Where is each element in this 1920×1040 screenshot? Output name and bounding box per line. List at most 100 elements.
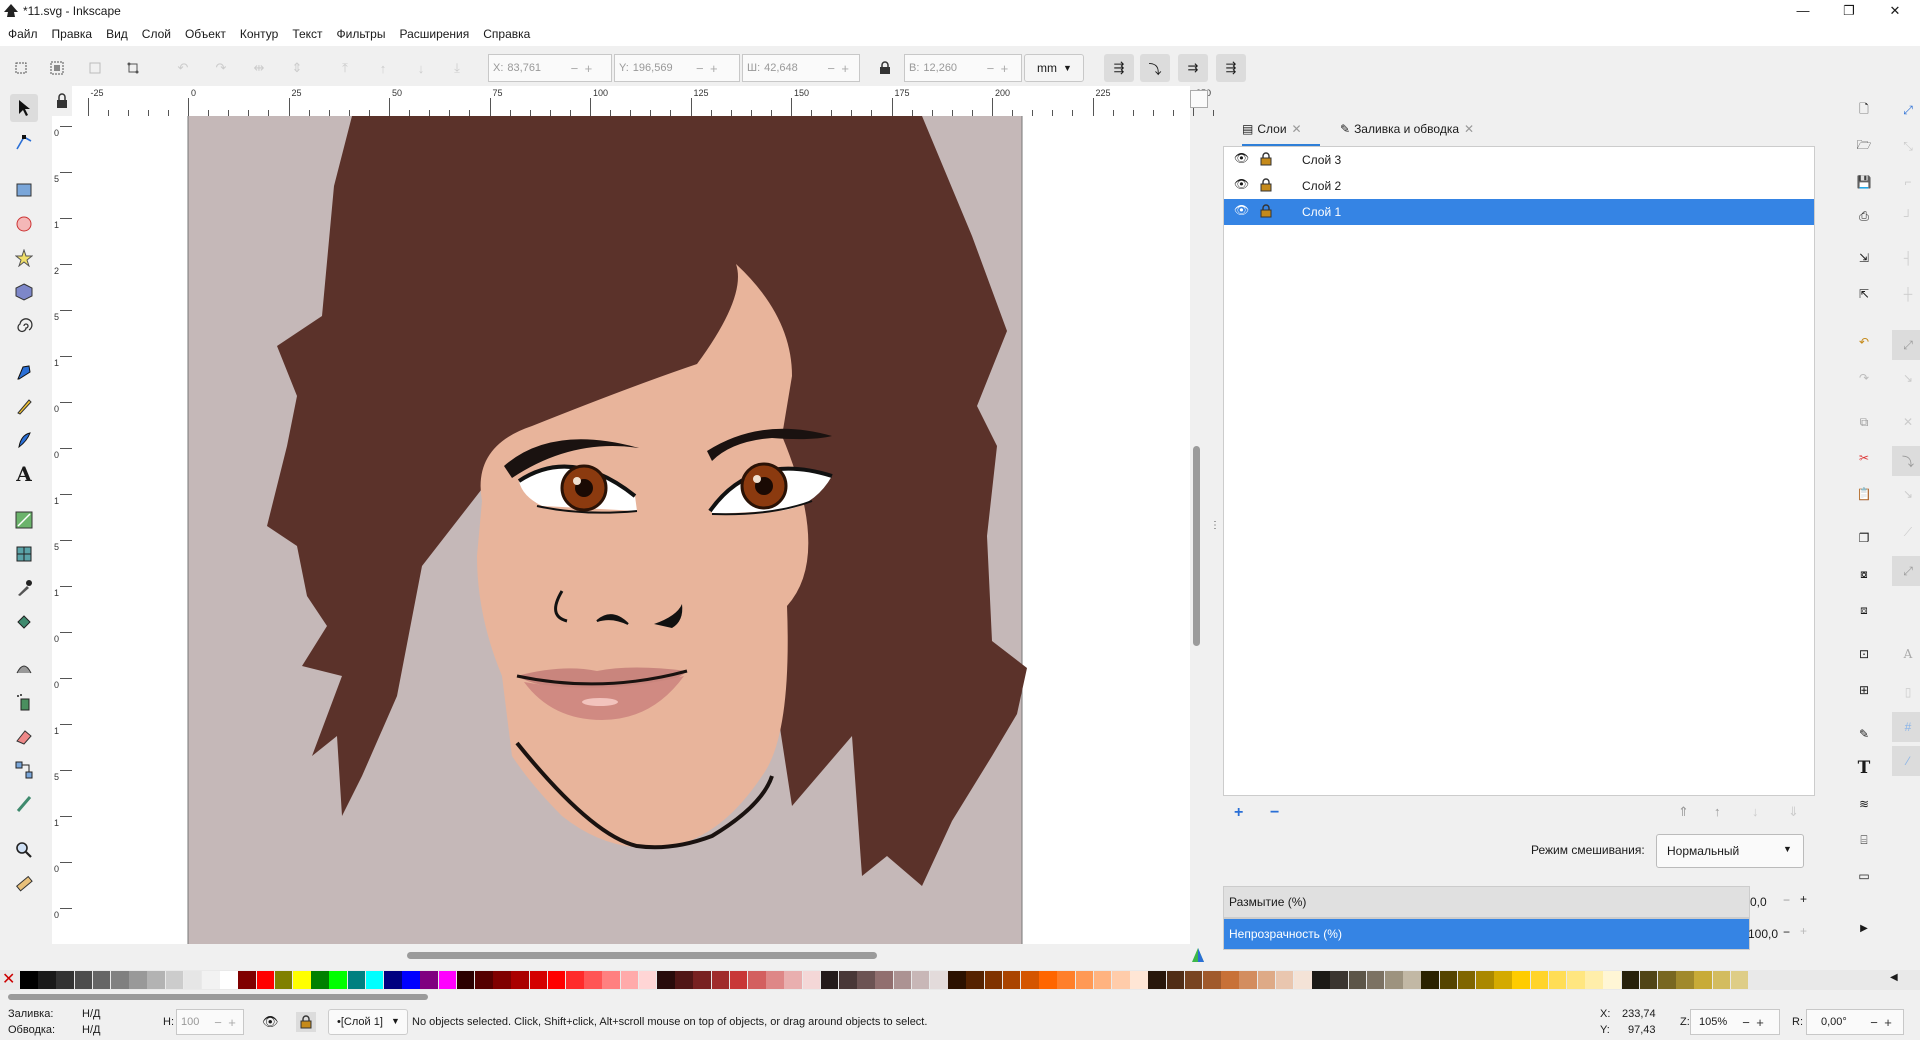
color-swatch[interactable] bbox=[1203, 971, 1221, 989]
panel-handle-icon[interactable]: ⋮ bbox=[1210, 520, 1220, 540]
menu-edit[interactable]: Правка bbox=[45, 27, 100, 41]
new-document-icon[interactable]: 🗋 bbox=[1852, 98, 1876, 122]
color-swatch[interactable] bbox=[20, 971, 38, 989]
menu-help[interactable]: Справка bbox=[476, 27, 537, 41]
color-swatch[interactable] bbox=[384, 971, 402, 989]
menu-text[interactable]: Текст bbox=[285, 27, 329, 41]
snap-bbox-edge-icon[interactable]: ⌐ bbox=[1896, 170, 1920, 194]
color-swatch[interactable] bbox=[256, 971, 275, 989]
rectangle-tool-icon[interactable] bbox=[10, 176, 38, 204]
export-icon[interactable]: ⇱ bbox=[1852, 282, 1876, 306]
color-swatch[interactable] bbox=[748, 971, 766, 989]
color-swatch[interactable] bbox=[147, 971, 166, 989]
decrement-icon[interactable]: − bbox=[983, 61, 997, 76]
increment-icon[interactable]: + bbox=[1800, 892, 1807, 906]
menu-layer[interactable]: Слой bbox=[135, 27, 178, 41]
decrement-icon[interactable]: − bbox=[1739, 1015, 1753, 1030]
snap-grid-icon[interactable]: # bbox=[1892, 712, 1920, 742]
pen-tool-icon[interactable] bbox=[10, 358, 38, 386]
tab-fill-stroke[interactable]: ✎ Заливка и обводка ✕ bbox=[1340, 114, 1500, 144]
x-field[interactable]: X: 83,761 − + bbox=[488, 54, 612, 82]
color-swatch[interactable] bbox=[1639, 971, 1658, 989]
increment-icon[interactable]: + bbox=[581, 61, 595, 76]
snap-intersection-icon[interactable]: ✕ bbox=[1896, 410, 1920, 434]
increment-icon[interactable]: + bbox=[1800, 924, 1807, 938]
snap-nodes-icon[interactable]: ⤢ bbox=[1892, 330, 1920, 360]
color-swatch[interactable] bbox=[1348, 971, 1367, 989]
spiral-tool-icon[interactable] bbox=[10, 312, 38, 340]
color-swatch[interactable] bbox=[948, 971, 966, 989]
save-icon[interactable]: 💾 bbox=[1852, 170, 1876, 194]
color-swatch[interactable] bbox=[238, 971, 257, 989]
dropper-tool-icon[interactable] bbox=[10, 574, 38, 602]
vertical-ruler[interactable]: 0 5 1 2 5 1 0 0 1 5 1 0 0 1 5 1 0 0 bbox=[52, 116, 73, 944]
horizontal-scrollbar[interactable] bbox=[72, 944, 1190, 968]
color-swatch[interactable] bbox=[802, 971, 821, 989]
color-swatch[interactable] bbox=[420, 971, 439, 989]
color-swatch[interactable] bbox=[1530, 971, 1549, 989]
menu-path[interactable]: Контур bbox=[233, 27, 285, 41]
transform-handles-icon[interactable] bbox=[122, 57, 144, 79]
blend-mode-select[interactable]: Нормальный ▼ bbox=[1656, 834, 1804, 868]
color-swatch[interactable] bbox=[529, 971, 548, 989]
color-swatch[interactable] bbox=[657, 971, 675, 989]
toggle-layer-visibility-icon[interactable]: 👁 bbox=[262, 1014, 279, 1030]
move-gradients-icon[interactable]: ⇉ bbox=[1178, 54, 1208, 82]
xml-editor-icon[interactable]: ⌸ bbox=[1852, 828, 1876, 852]
stroke-indicator-value[interactable]: Н/Д bbox=[82, 1024, 100, 1036]
color-swatch[interactable] bbox=[129, 971, 147, 989]
snap-path-icon[interactable]: ↘ bbox=[1896, 366, 1920, 390]
snap-bbox-icon[interactable]: ⤡ bbox=[1896, 134, 1920, 158]
color-swatch[interactable] bbox=[1184, 971, 1203, 989]
color-swatch[interactable] bbox=[1494, 971, 1512, 989]
color-swatch[interactable] bbox=[1712, 971, 1731, 989]
color-swatch[interactable] bbox=[766, 971, 784, 989]
color-swatch[interactable] bbox=[1275, 971, 1294, 989]
color-swatch[interactable] bbox=[1603, 971, 1622, 989]
lock-guides-icon[interactable] bbox=[55, 93, 69, 109]
color-swatch[interactable] bbox=[675, 971, 693, 989]
increment-icon[interactable]: + bbox=[1753, 1015, 1767, 1030]
select-all-icon[interactable] bbox=[10, 57, 32, 79]
color-swatch[interactable] bbox=[584, 971, 602, 989]
color-swatch[interactable] bbox=[1658, 971, 1676, 989]
color-swatch[interactable] bbox=[365, 971, 384, 989]
snap-midpoint-icon[interactable]: ⟋ bbox=[1896, 520, 1920, 544]
color-swatch[interactable] bbox=[74, 971, 93, 989]
mesh-tool-icon[interactable] bbox=[10, 540, 38, 568]
lock-icon[interactable] bbox=[1260, 152, 1272, 166]
more-arrow-icon[interactable]: ▶ bbox=[1852, 916, 1876, 940]
scrollbar-thumb[interactable] bbox=[1193, 446, 1200, 646]
color-swatch[interactable] bbox=[1093, 971, 1112, 989]
increment-icon[interactable]: + bbox=[997, 61, 1011, 76]
layer-row[interactable]: 👁 Слой 3 bbox=[1224, 147, 1814, 173]
visibility-eye-icon[interactable]: 👁 bbox=[1234, 151, 1249, 165]
lock-icon[interactable] bbox=[1260, 204, 1272, 218]
ungroup-icon[interactable]: ⊞ bbox=[1852, 678, 1876, 702]
spray-tool-icon[interactable] bbox=[10, 688, 38, 716]
color-swatch[interactable] bbox=[1439, 971, 1458, 989]
decrement-icon[interactable]: − bbox=[824, 61, 838, 76]
blur-value[interactable]: 0,0 bbox=[1750, 895, 1767, 909]
color-swatch[interactable] bbox=[1366, 971, 1385, 989]
snap-bbox-corner-icon[interactable]: ┘ bbox=[1896, 204, 1920, 228]
menu-filters[interactable]: Фильтры bbox=[330, 27, 393, 41]
color-swatch[interactable] bbox=[493, 971, 511, 989]
gradient-tool-icon[interactable] bbox=[10, 506, 38, 534]
tweak-tool-icon[interactable] bbox=[10, 654, 38, 682]
color-swatch[interactable] bbox=[693, 971, 712, 989]
color-swatch[interactable] bbox=[1403, 971, 1421, 989]
color-swatch[interactable] bbox=[1021, 971, 1039, 989]
menu-object[interactable]: Объект bbox=[178, 27, 233, 41]
color-swatch[interactable] bbox=[729, 971, 748, 989]
snap-guide-icon[interactable]: ⁄ bbox=[1892, 746, 1920, 776]
color-swatch[interactable] bbox=[475, 971, 493, 989]
color-swatch[interactable] bbox=[1512, 971, 1531, 989]
color-swatch[interactable] bbox=[311, 971, 329, 989]
text-tool-icon[interactable]: A bbox=[10, 460, 38, 488]
increment-icon[interactable]: + bbox=[838, 61, 852, 76]
raise-icon[interactable]: ↑ bbox=[372, 57, 394, 79]
move-patterns-icon[interactable]: ⇶ bbox=[1216, 54, 1246, 82]
color-swatch[interactable] bbox=[1548, 971, 1567, 989]
color-swatch[interactable] bbox=[402, 971, 420, 989]
